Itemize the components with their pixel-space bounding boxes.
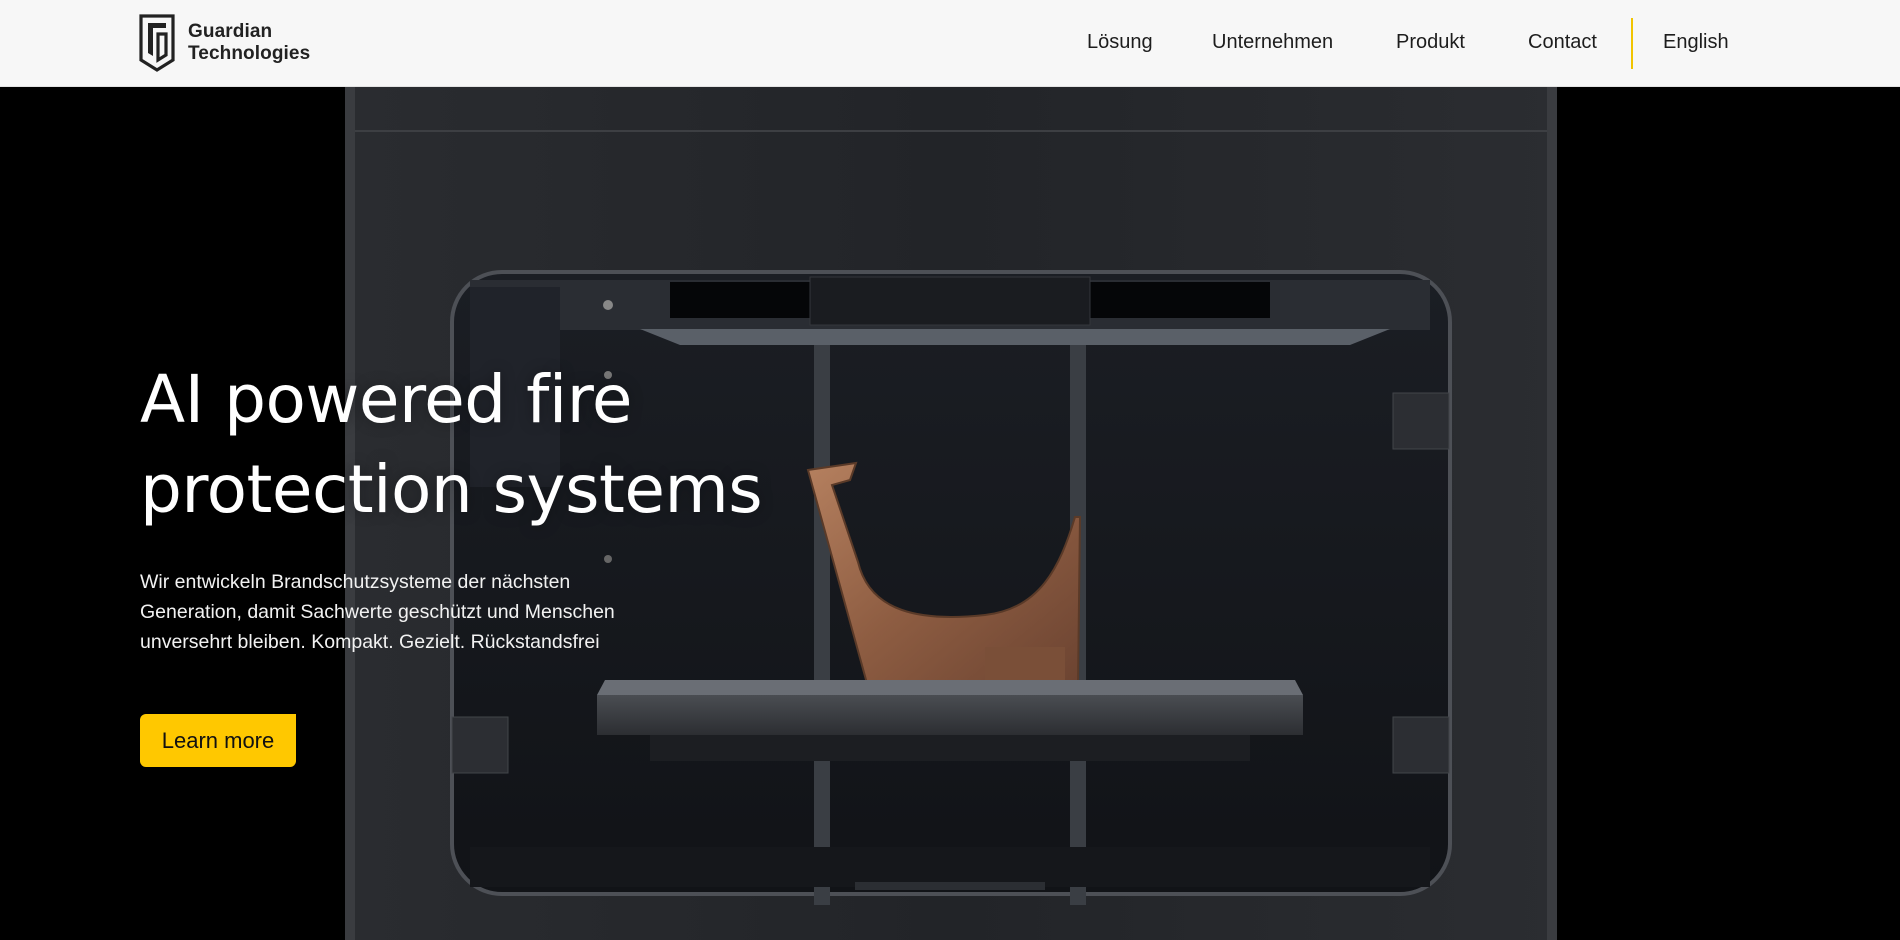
brand-name-line1: Guardian [188,21,273,42]
learn-more-button[interactable]: Learn more [140,714,296,767]
nav-item-loesung[interactable]: Lösung [1087,31,1153,54]
nav-item-unternehmen[interactable]: Unternehmen [1212,31,1333,54]
language-switch[interactable]: English [1663,31,1729,54]
nav-item-produkt[interactable]: Produkt [1396,31,1465,54]
hero-title: AI powered fire protection systems [140,355,860,535]
brand-logo-link[interactable]: Guardian Technologies [139,14,310,72]
guardian-shield-logo-icon [139,14,175,72]
nav-divider [1631,18,1633,69]
hero-title-line2: protection systems [140,451,763,528]
hero-section: AI powered fire protection systems Wir e… [0,87,1900,940]
hero-description: Wir entwickeln Brandschutzsysteme der nä… [140,571,615,653]
brand-name: Guardian Technologies [188,21,310,65]
hero-title-line1: AI powered fire [140,361,632,438]
nav-item-contact[interactable]: Contact [1528,31,1597,54]
site-header: Guardian Technologies Lösung Unternehmen… [0,0,1900,87]
brand-name-line2: Technologies [188,43,311,64]
